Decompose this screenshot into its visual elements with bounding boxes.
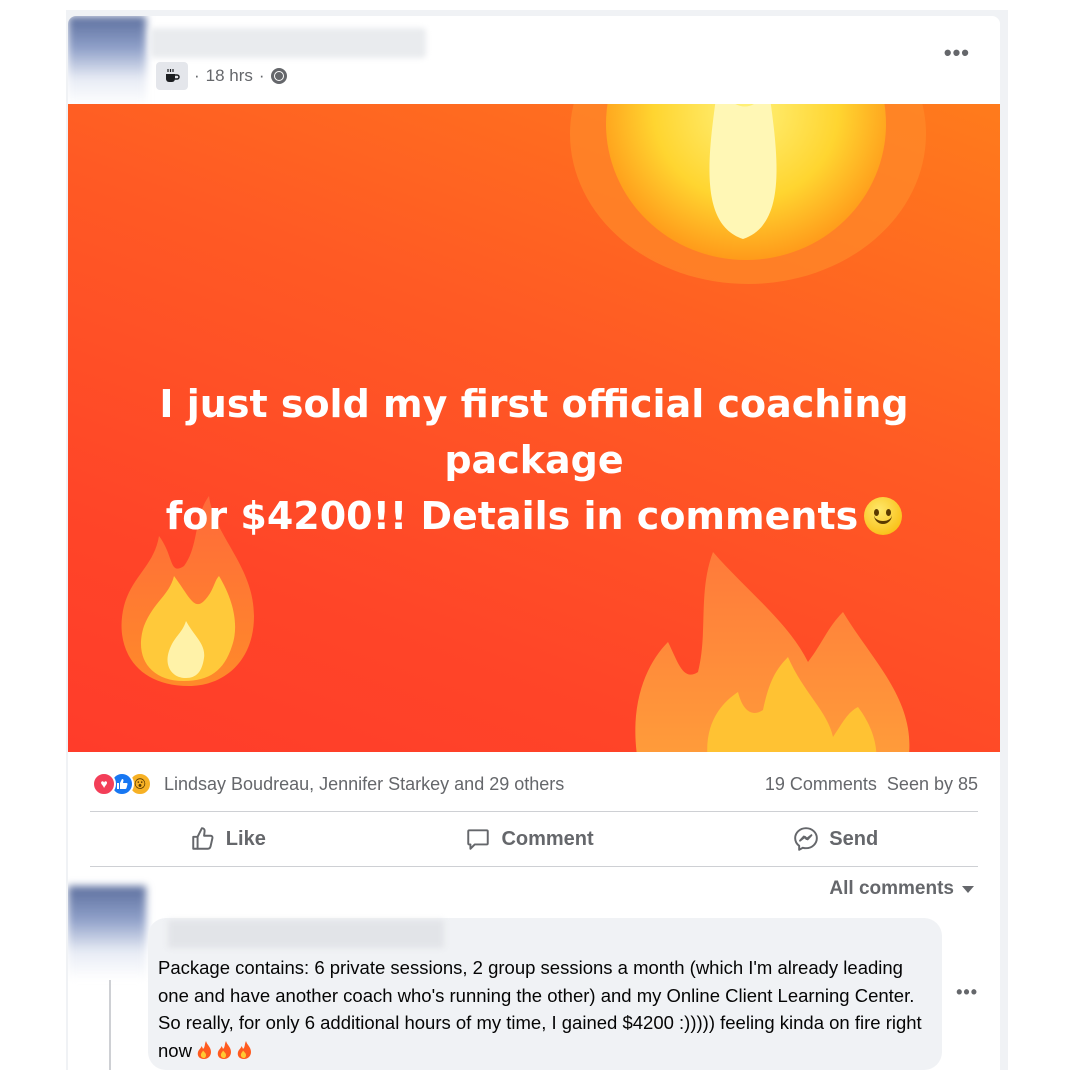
more-options-button[interactable]: •••: [944, 42, 970, 64]
divider: [90, 866, 978, 867]
author-avatar[interactable]: [68, 16, 146, 106]
comments-count[interactable]: 19 Comments: [765, 774, 877, 795]
coffee-cup-icon[interactable]: [156, 62, 188, 90]
comment-bubble: Package contains: 6 private sessions, 2 …: [148, 918, 942, 1070]
fire-decoration-icon: [635, 552, 910, 752]
reactions-bar: ♥ 😮 Lindsay Boudreau, Jennifer Starkey a…: [92, 769, 978, 799]
comment-filter-label: All comments: [829, 878, 954, 899]
reaction-names[interactable]: Lindsay Boudreau, Jennifer Starkey and 2…: [164, 774, 765, 795]
commenter-name-redacted[interactable]: [168, 920, 444, 948]
fire-decoration-icon: [570, 104, 926, 284]
like-label: Like: [225, 827, 266, 850]
commenter-avatar[interactable]: [68, 886, 146, 980]
author-name-redacted[interactable]: [150, 28, 426, 58]
post-banner-image[interactable]: I just sold my first official coaching p…: [68, 104, 1000, 752]
thread-line: [109, 980, 111, 1070]
fire-icon: [217, 1040, 231, 1059]
comment-body: Package contains: 6 private sessions, 2 …: [158, 957, 922, 1061]
banner-headline: I just sold my first official coaching p…: [68, 376, 1000, 544]
divider: [90, 811, 978, 812]
banner-line-1: I just sold my first official coaching p…: [159, 382, 909, 482]
messenger-icon: [794, 827, 819, 851]
comment-icon: [467, 829, 490, 850]
fire-emoji-group: [192, 1040, 252, 1061]
fire-icon: [197, 1040, 211, 1059]
comment-button[interactable]: Comment: [465, 826, 594, 852]
send-label: Send: [829, 827, 879, 850]
banner-line-2: for $4200!! Details in comments: [165, 494, 859, 538]
post-card: · 18 hrs · ••• I just sold my first offi…: [68, 16, 1000, 1070]
comment-more-button[interactable]: •••: [956, 982, 978, 1003]
love-reaction-icon[interactable]: ♥: [92, 772, 116, 796]
send-button[interactable]: Send: [793, 826, 878, 852]
meta-separator: ·: [194, 66, 200, 85]
reaction-icons[interactable]: ♥ 😮: [92, 772, 152, 796]
meta-separator: ·: [258, 66, 265, 85]
comment-filter-dropdown[interactable]: All comments: [829, 878, 974, 900]
globe-icon[interactable]: [270, 68, 287, 84]
caret-down-icon: [962, 885, 974, 893]
like-button[interactable]: Like: [190, 826, 266, 852]
post-actions: Like Comment Send: [90, 813, 978, 865]
thumbs-up-icon: [192, 827, 214, 850]
post-meta: · 18 hrs ·: [156, 62, 287, 90]
slightly-smiling-face-icon: [864, 497, 903, 535]
comment-text: Package contains: 6 private sessions, 2 …: [158, 954, 928, 1064]
post-time[interactable]: 18 hrs: [206, 66, 253, 86]
fire-icon: [237, 1040, 251, 1059]
seen-by-count[interactable]: Seen by 85: [887, 774, 978, 795]
comment-label: Comment: [501, 827, 594, 850]
